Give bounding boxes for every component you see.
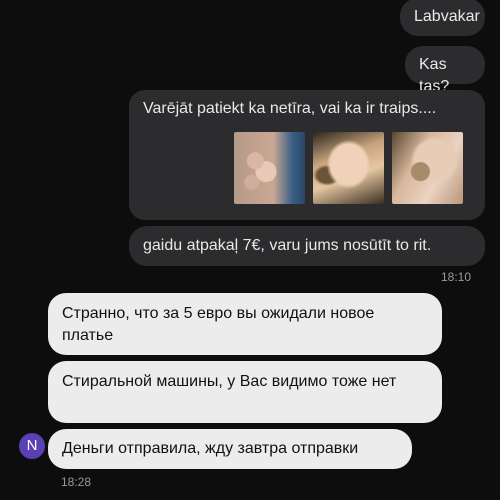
outgoing-message-with-photos[interactable]: Varējāt patiekt ka netīra, vai ka ir tra… xyxy=(129,90,485,220)
message-timestamp: 18:10 xyxy=(440,270,471,284)
photo-gallery xyxy=(234,132,471,204)
message-timestamp: 18:28 xyxy=(61,475,92,489)
photo-thumbnail[interactable] xyxy=(313,132,384,204)
incoming-message-2[interactable]: Стиральной машины, у Вас видимо тоже нет xyxy=(48,361,442,423)
outgoing-message-1[interactable]: Labvakar xyxy=(400,0,485,36)
message-text: Странно, что за 5 евро вы ожидали новое … xyxy=(62,305,375,344)
photo-thumbnail[interactable] xyxy=(234,132,305,204)
photo-thumbnail[interactable] xyxy=(392,132,463,204)
avatar[interactable]: N xyxy=(19,433,45,459)
message-text: gaidu atpakaļ 7€, varu jums nosūtīt to r… xyxy=(143,237,432,254)
incoming-message-3[interactable]: Деньги отправила, жду завтра отправки xyxy=(48,429,412,469)
message-text: Varējāt patiekt ka netīra, vai ka ir tra… xyxy=(143,100,437,117)
message-text: Деньги отправила, жду завтра отправки xyxy=(62,440,359,457)
message-text: Стиральной машины, у Вас видимо тоже нет xyxy=(62,373,397,390)
outgoing-message-2[interactable]: Kas tas? xyxy=(405,46,485,95)
incoming-message-1[interactable]: Странно, что за 5 евро вы ожидали новое … xyxy=(48,293,442,355)
message-text: Labvakar xyxy=(414,8,480,25)
outgoing-message-3[interactable]: gaidu atpakaļ 7€, varu jums nosūtīt to r… xyxy=(129,226,485,266)
